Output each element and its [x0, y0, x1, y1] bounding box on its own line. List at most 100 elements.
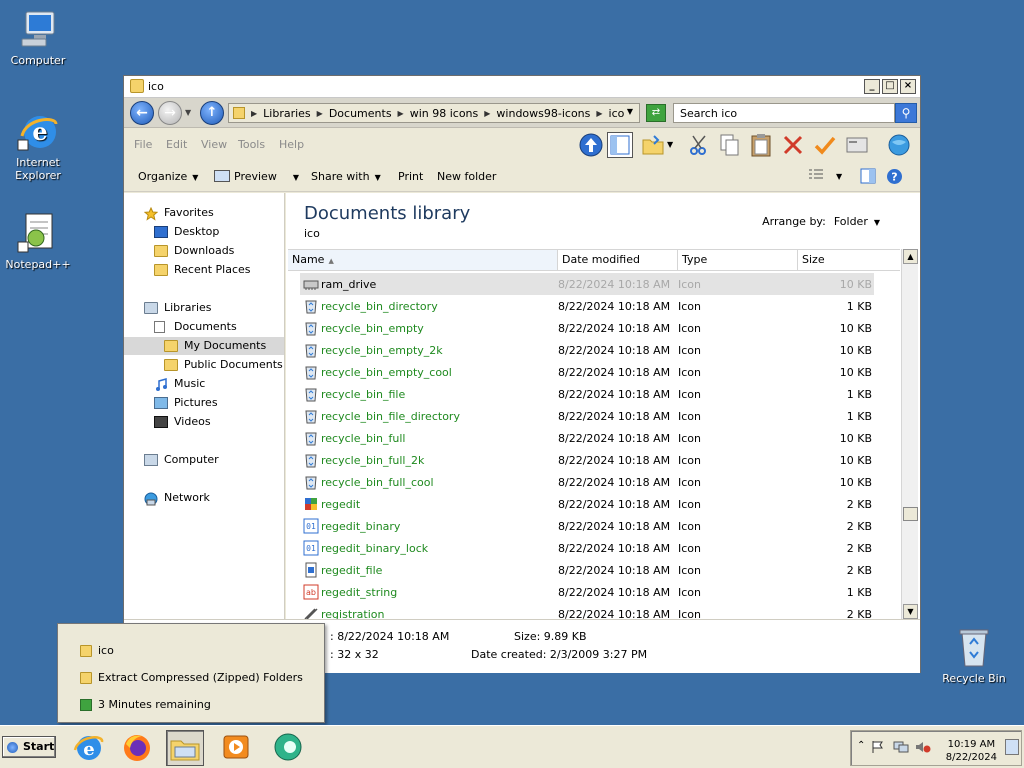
file-name-cell[interactable]: ab regedit_string [300, 584, 558, 600]
file-name-cell[interactable]: registration [300, 606, 558, 619]
taskbar-internet-explorer[interactable]: e [70, 730, 108, 766]
file-name-cell[interactable]: regedit_file [300, 562, 558, 578]
menu-help[interactable]: Help [279, 138, 304, 151]
share-with-button[interactable]: Share with ▼ [311, 170, 381, 183]
volume-muted-icon[interactable] [915, 740, 931, 757]
file-name-cell[interactable]: regedit [300, 496, 558, 512]
menu-view[interactable]: View [201, 138, 227, 151]
vertical-scrollbar[interactable]: ▲ ▼ [901, 249, 918, 619]
chevron-right-icon[interactable]: ▶ [398, 109, 404, 118]
chevron-right-icon[interactable]: ▶ [596, 109, 602, 118]
file-row[interactable]: recycle_bin_file 8/22/2024 10:18 AM Icon 1 … [300, 383, 874, 405]
nav-public-documents[interactable]: Public Documents [124, 356, 284, 374]
file-row[interactable]: recycle_bin_empty 8/22/2024 10:18 AM Icon 1… [300, 317, 874, 339]
column-date-modified[interactable]: Date modified [558, 250, 678, 270]
copy-icon[interactable] [716, 132, 742, 158]
menu-edit[interactable]: Edit [166, 138, 187, 151]
file-name-cell[interactable]: ram_drive [300, 276, 558, 292]
file-row[interactable]: regedit_file 8/22/2024 10:18 AM Icon 2 KB [300, 559, 874, 581]
nav-documents[interactable]: Documents [124, 318, 284, 336]
help-icon[interactable]: ? [886, 168, 903, 188]
file-name-cell[interactable]: recycle_bin_empty_2k [300, 342, 558, 358]
file-row[interactable]: recycle_bin_empty_2k 8/22/2024 10:18 AM Ic… [300, 339, 874, 361]
menu-tools[interactable]: Tools [238, 138, 265, 151]
nav-recent-places[interactable]: Recent Places [124, 261, 284, 279]
taskbar-green-app[interactable] [270, 730, 308, 766]
chevron-right-icon[interactable]: ▶ [317, 109, 323, 118]
nav-music[interactable]: Music [124, 375, 284, 393]
folder-options-icon[interactable] [640, 132, 666, 158]
breadcrumb-windows98-icons[interactable]: windows98-icons [496, 107, 590, 120]
file-row[interactable]: ram_drive 8/22/2024 10:18 AM Icon 10 KB [300, 273, 874, 295]
file-name-cell[interactable]: 01 regedit_binary_lock [300, 540, 558, 556]
file-name-cell[interactable]: recycle_bin_file_directory [300, 408, 558, 424]
up-folder-icon[interactable] [578, 132, 604, 158]
file-name-cell[interactable]: recycle_bin_empty [300, 320, 558, 336]
arrange-by[interactable]: Arrange by: Folder ▼ [762, 215, 880, 228]
breadcrumb-ico[interactable]: ico [609, 107, 625, 120]
scroll-down-button[interactable]: ▼ [903, 604, 918, 619]
file-name-cell[interactable]: 01 regedit_binary [300, 518, 558, 534]
breadcrumb-libraries[interactable]: Libraries [263, 107, 311, 120]
print-button[interactable]: Print [398, 170, 423, 183]
refresh-button[interactable]: ⇄ [646, 104, 666, 122]
chevron-right-icon[interactable]: ▶ [484, 109, 490, 118]
up-button[interactable]: ↑ [200, 101, 224, 125]
file-name-cell[interactable]: recycle_bin_empty_cool [300, 364, 558, 380]
scroll-thumb[interactable] [903, 507, 918, 521]
desktop-icon-notepad-plus-plus[interactable]: Notepad++ [0, 212, 78, 271]
address-bar[interactable]: ▶ Libraries ▶ Documents ▶ win 98 icons ▶… [228, 103, 640, 123]
preview-pane-toggle-icon[interactable] [860, 168, 876, 187]
change-view-icon[interactable] [808, 168, 824, 185]
file-row[interactable]: recycle_bin_empty_cool 8/22/2024 10:18 AM… [300, 361, 874, 383]
jump-list-item-progress[interactable]: 3 Minutes remaining [58, 694, 324, 716]
breadcrumb-documents[interactable]: Documents [329, 107, 392, 120]
desktop-icon-recycle-bin[interactable]: Recycle Bin [934, 626, 1014, 685]
taskbar-windows-explorer[interactable] [166, 730, 204, 766]
nav-libraries[interactable]: Libraries [124, 299, 284, 317]
file-row[interactable]: recycle_bin_directory 8/22/2024 10:18 AM I… [300, 295, 874, 317]
preview-pane-icon[interactable] [607, 132, 633, 158]
new-folder-button[interactable]: New folder [437, 170, 496, 183]
views-icon[interactable] [844, 132, 870, 158]
preview-button[interactable]: Preview ▼ [214, 170, 299, 183]
search-input[interactable]: Search ico [673, 103, 895, 123]
file-row[interactable]: recycle_bin_file_directory 8/22/2024 10:1… [300, 405, 874, 427]
file-row[interactable]: 01 regedit_binary 8/22/2024 10:18 AM Icon 2 … [300, 515, 874, 537]
file-row[interactable]: recycle_bin_full 8/22/2024 10:18 AM Icon 10… [300, 427, 874, 449]
column-type[interactable]: Type [678, 250, 798, 270]
file-name-cell[interactable]: recycle_bin_full_cool [300, 474, 558, 490]
desktop-icon-computer[interactable]: Computer [0, 8, 78, 67]
delete-icon[interactable] [780, 132, 806, 158]
nav-network[interactable]: Network [124, 489, 284, 507]
file-name-cell[interactable]: recycle_bin_full_2k [300, 452, 558, 468]
cut-icon[interactable] [686, 132, 712, 158]
maximize-button[interactable]: □ [882, 79, 898, 94]
show-desktop-button[interactable] [1005, 739, 1019, 755]
show-hidden-icons-icon[interactable]: ⌃ [857, 740, 865, 751]
close-button[interactable]: × [900, 79, 916, 94]
chevron-right-icon[interactable]: ▶ [251, 109, 257, 118]
nav-pictures[interactable]: Pictures [124, 394, 284, 412]
breadcrumb-win98-icons[interactable]: win 98 icons [410, 107, 479, 120]
scroll-up-button[interactable]: ▲ [903, 249, 918, 264]
recent-pages-dropdown-icon[interactable]: ▼ [185, 108, 191, 117]
column-size[interactable]: Size [798, 250, 878, 270]
file-row[interactable]: recycle_bin_full_cool 8/22/2024 10:18 AM I… [300, 471, 874, 493]
chevron-down-icon[interactable]: ▼ [836, 172, 842, 181]
nav-videos[interactable]: Videos [124, 413, 284, 431]
nav-favorites[interactable]: Favorites [124, 204, 284, 222]
desktop-icon-internet-explorer[interactable]: e Internet Explorer [0, 110, 78, 182]
file-name-cell[interactable]: recycle_bin_directory [300, 298, 558, 314]
menu-file[interactable]: File [134, 138, 152, 151]
back-button[interactable]: ← [130, 101, 154, 125]
clock[interactable]: 10:19 AM 8/22/2024 [946, 738, 997, 764]
start-button[interactable]: Start [2, 736, 56, 758]
search-icon[interactable]: ⚲ [895, 103, 917, 123]
nav-downloads[interactable]: Downloads [124, 242, 284, 260]
properties-check-icon[interactable] [812, 132, 838, 158]
taskbar-media-player[interactable] [218, 730, 256, 766]
organize-button[interactable]: Organize ▼ [138, 170, 198, 183]
jump-list-item-extract[interactable]: Extract Compressed (Zipped) Folders [58, 667, 324, 689]
paste-icon[interactable] [748, 132, 774, 158]
